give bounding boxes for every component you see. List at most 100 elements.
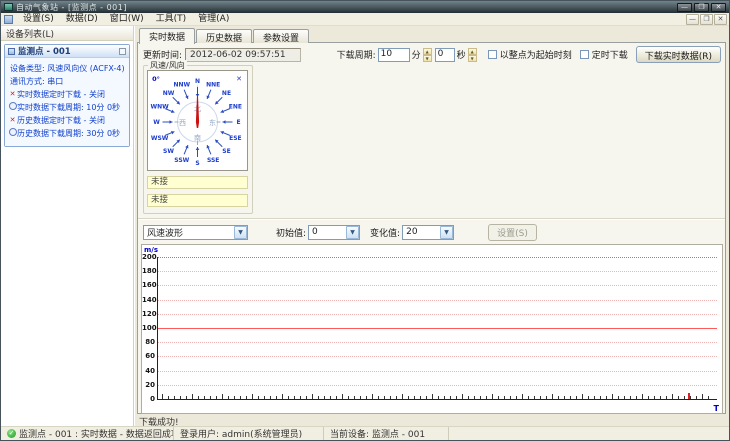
initial-value-select[interactable]: 0 ▼ <box>308 224 361 240</box>
download-status-text: 下载成功! <box>139 418 179 428</box>
cross-icon: ✕ <box>9 90 16 98</box>
update-time-value: 2012-06-02 09:57:51 <box>185 47 302 62</box>
chevron-down-icon[interactable]: ▼ <box>440 225 454 239</box>
seconds-unit-label: 秒 <box>456 51 466 61</box>
svg-text:南: 南 <box>194 133 201 142</box>
chevron-down-icon[interactable]: ▼ <box>346 225 360 239</box>
device-status-line: ✕ 实时数据定时下载 - 关闭 <box>8 88 126 101</box>
x-minor-tick <box>402 394 403 399</box>
child-close-button[interactable]: ✕ <box>714 13 727 25</box>
window-title: 自动气象站 - [监测点 - 001] <box>16 2 127 12</box>
y-tick-label: 40 <box>145 366 155 375</box>
menu-item-3[interactable]: 窗口(W) <box>104 13 150 26</box>
device-status-line: ✕ 历史数据定时下载 - 关闭 <box>8 114 126 127</box>
device-status-text: 历史数据定时下载 - 关闭 <box>17 116 105 125</box>
x-minor-tick <box>210 396 211 399</box>
stepper-up-icon[interactable]: ▲ <box>422 47 432 55</box>
x-minor-tick <box>258 396 259 399</box>
mdi-child-icon[interactable] <box>4 14 13 24</box>
chevron-down-icon[interactable]: ▼ <box>234 225 247 239</box>
menu-bar: 设置(S) 数据(D) 窗口(W) 工具(T) 管理(A) — ❐ ✕ <box>1 13 729 26</box>
svg-text:SSE: SSE <box>207 157 219 164</box>
device-status-line: 实时数据下载周期: 10分 0秒 <box>8 101 126 114</box>
y-tick-label: 20 <box>145 380 155 389</box>
clock-icon <box>8 128 17 139</box>
child-minimize-button[interactable]: — <box>686 13 699 25</box>
minimize-button[interactable]: — <box>677 2 692 12</box>
download-realtime-button[interactable]: 下载实时数据(R) <box>635 46 721 63</box>
x-minor-tick <box>426 396 427 399</box>
x-minor-tick <box>282 394 283 399</box>
svg-text:✕: ✕ <box>236 75 242 83</box>
x-minor-tick <box>240 396 241 399</box>
wind-speed-field: 未接 <box>147 176 248 189</box>
cycle-seconds-input[interactable]: 0 <box>434 47 455 62</box>
x-minor-tick <box>438 396 439 399</box>
align-start-label: 以整点为起始时刻 <box>499 51 572 61</box>
settings-button[interactable]: 设置(S) <box>488 223 537 241</box>
stepper-down-icon[interactable]: ▼ <box>467 54 477 62</box>
x-minor-tick <box>264 396 265 399</box>
x-minor-tick <box>300 396 301 399</box>
menu-item-4[interactable]: 工具(T) <box>150 13 193 26</box>
x-minor-tick <box>702 394 703 399</box>
tab-参数设置[interactable]: 参数设置 <box>253 29 310 44</box>
x-minor-tick <box>342 394 343 399</box>
x-minor-tick <box>450 396 451 399</box>
device-panel-header[interactable]: 监测点 - 001 <box>5 45 129 58</box>
seconds-stepper[interactable]: ▲ ▼ <box>467 47 477 62</box>
child-restore-button[interactable]: ❐ <box>700 13 713 25</box>
tab-历史数据[interactable]: 历史数据 <box>196 29 253 44</box>
minutes-unit-label: 分 <box>411 51 421 61</box>
x-minor-tick <box>498 396 499 399</box>
x-minor-tick <box>468 396 469 399</box>
x-minor-tick <box>420 396 421 399</box>
waveform-select[interactable]: 风速波形 ▼ <box>143 224 248 240</box>
x-minor-tick <box>480 396 481 399</box>
change-value-select[interactable]: 20 ▼ <box>402 224 455 240</box>
y-tick-label: 60 <box>145 352 155 361</box>
success-check-icon: ✓ <box>7 429 16 438</box>
x-minor-tick <box>408 396 409 399</box>
stepper-up-icon[interactable]: ▲ <box>467 47 477 55</box>
menu-item-1[interactable]: 设置(S) <box>17 13 60 26</box>
maximize-button[interactable]: ❐ <box>694 2 709 12</box>
cycle-minutes-input[interactable]: 10 <box>377 47 410 62</box>
x-minor-tick <box>324 396 325 399</box>
x-minor-tick <box>348 396 349 399</box>
x-minor-tick <box>474 396 475 399</box>
x-minor-tick <box>288 396 289 399</box>
x-minor-tick <box>582 394 583 399</box>
x-minor-tick <box>546 396 547 399</box>
tab-实时数据[interactable]: 实时数据 <box>139 28 196 44</box>
svg-text:SW: SW <box>163 148 174 155</box>
timed-download-checkbox[interactable] <box>579 50 589 59</box>
x-minor-tick <box>198 396 199 399</box>
y-tick-label: 160 <box>142 281 157 290</box>
menu-item-5[interactable]: 管理(A) <box>192 13 235 26</box>
svg-text:西: 西 <box>179 119 186 127</box>
device-status-text: 通讯方式: 串口 <box>10 77 64 86</box>
x-minor-tick <box>636 396 637 399</box>
x-minor-tick <box>180 396 181 399</box>
initial-value-label: 初始值: <box>276 228 307 239</box>
grid-line-80 <box>158 342 717 344</box>
x-red-marker-tick <box>688 393 690 399</box>
x-minor-tick <box>522 394 523 399</box>
close-button[interactable]: ✕ <box>711 2 726 12</box>
x-minor-tick <box>606 396 607 399</box>
menu-item-2[interactable]: 数据(D) <box>60 13 104 26</box>
device-icon <box>8 47 15 55</box>
align-start-checkbox[interactable] <box>487 50 497 59</box>
x-minor-tick <box>504 396 505 399</box>
svg-text:NNW: NNW <box>173 81 190 88</box>
panel-pin-icon[interactable] <box>119 47 126 55</box>
x-minor-tick <box>528 396 529 399</box>
status-user-segment: 登录用户: admin(系统管理员) <box>174 426 324 440</box>
change-value-text: 20 <box>406 227 418 237</box>
device-status-text: 设备类型: 风速风向仪 (ACFX-4) <box>10 64 125 73</box>
logged-in-user: 登录用户: admin(系统管理员) <box>180 430 303 440</box>
minutes-stepper[interactable]: ▲ ▼ <box>422 47 432 62</box>
grid-line-20 <box>158 384 717 386</box>
stepper-down-icon[interactable]: ▼ <box>422 54 432 62</box>
